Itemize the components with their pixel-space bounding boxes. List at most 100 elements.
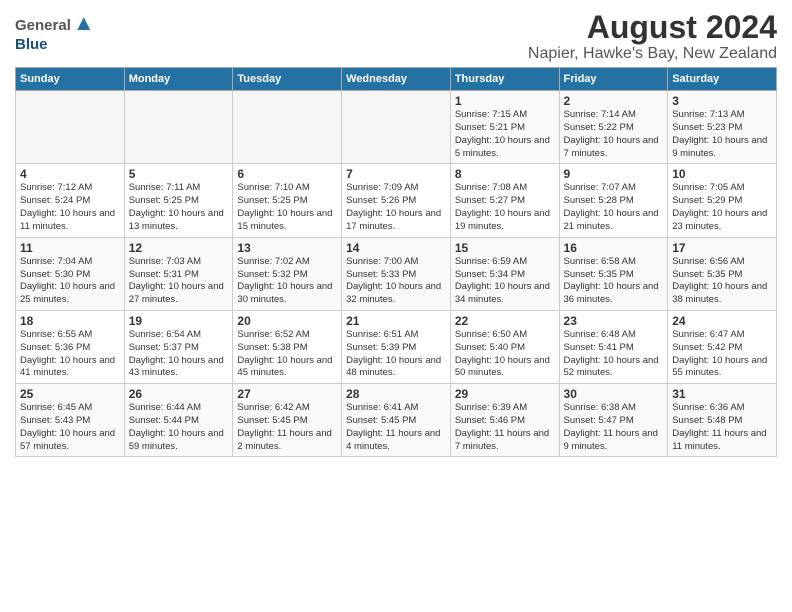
day-number-27: 27: [237, 387, 337, 401]
calendar-table: Sunday Monday Tuesday Wednesday Thursday…: [15, 67, 777, 457]
day-info-12: Sunrise: 7:03 AM Sunset: 5:31 PM Dayligh…: [129, 256, 229, 307]
day-info-5: Sunrise: 7:11 AM Sunset: 5:25 PM Dayligh…: [129, 182, 229, 233]
day-cell-4-4: 29Sunrise: 6:39 AM Sunset: 5:46 PM Dayli…: [450, 384, 559, 457]
day-cell-1-2: 6Sunrise: 7:10 AM Sunset: 5:25 PM Daylig…: [233, 164, 342, 237]
day-number-24: 24: [672, 314, 772, 328]
day-info-13: Sunrise: 7:02 AM Sunset: 5:32 PM Dayligh…: [237, 256, 337, 307]
day-cell-2-1: 12Sunrise: 7:03 AM Sunset: 5:31 PM Dayli…: [124, 237, 233, 310]
day-number-2: 2: [564, 94, 664, 108]
day-info-25: Sunrise: 6:45 AM Sunset: 5:43 PM Dayligh…: [20, 402, 120, 453]
day-cell-1-3: 7Sunrise: 7:09 AM Sunset: 5:26 PM Daylig…: [342, 164, 451, 237]
day-info-8: Sunrise: 7:08 AM Sunset: 5:27 PM Dayligh…: [455, 182, 555, 233]
day-number-16: 16: [564, 241, 664, 255]
day-info-23: Sunrise: 6:48 AM Sunset: 5:41 PM Dayligh…: [564, 329, 664, 380]
week-row-0: 1Sunrise: 7:15 AM Sunset: 5:21 PM Daylig…: [16, 91, 777, 164]
day-number-6: 6: [237, 167, 337, 181]
day-number-8: 8: [455, 167, 555, 181]
day-info-21: Sunrise: 6:51 AM Sunset: 5:39 PM Dayligh…: [346, 329, 446, 380]
day-number-18: 18: [20, 314, 120, 328]
day-info-27: Sunrise: 6:42 AM Sunset: 5:45 PM Dayligh…: [237, 402, 337, 453]
day-info-10: Sunrise: 7:05 AM Sunset: 5:29 PM Dayligh…: [672, 182, 772, 233]
week-row-1: 4Sunrise: 7:12 AM Sunset: 5:24 PM Daylig…: [16, 164, 777, 237]
calendar-header-row: Sunday Monday Tuesday Wednesday Thursday…: [16, 68, 777, 91]
logo-text: General▲: [15, 10, 95, 36]
day-info-2: Sunrise: 7:14 AM Sunset: 5:22 PM Dayligh…: [564, 109, 664, 160]
logo-blue: Blue: [15, 36, 48, 53]
day-number-19: 19: [129, 314, 229, 328]
day-number-31: 31: [672, 387, 772, 401]
logo-general: General: [15, 17, 71, 34]
day-cell-4-1: 26Sunrise: 6:44 AM Sunset: 5:44 PM Dayli…: [124, 384, 233, 457]
day-info-29: Sunrise: 6:39 AM Sunset: 5:46 PM Dayligh…: [455, 402, 555, 453]
col-saturday: Saturday: [668, 68, 777, 91]
day-number-25: 25: [20, 387, 120, 401]
day-number-30: 30: [564, 387, 664, 401]
day-number-13: 13: [237, 241, 337, 255]
day-cell-2-3: 14Sunrise: 7:00 AM Sunset: 5:33 PM Dayli…: [342, 237, 451, 310]
day-number-10: 10: [672, 167, 772, 181]
week-row-4: 25Sunrise: 6:45 AM Sunset: 5:43 PM Dayli…: [16, 384, 777, 457]
day-info-15: Sunrise: 6:59 AM Sunset: 5:34 PM Dayligh…: [455, 256, 555, 307]
day-info-7: Sunrise: 7:09 AM Sunset: 5:26 PM Dayligh…: [346, 182, 446, 233]
day-number-17: 17: [672, 241, 772, 255]
day-cell-1-6: 10Sunrise: 7:05 AM Sunset: 5:29 PM Dayli…: [668, 164, 777, 237]
day-info-20: Sunrise: 6:52 AM Sunset: 5:38 PM Dayligh…: [237, 329, 337, 380]
day-info-17: Sunrise: 6:56 AM Sunset: 5:35 PM Dayligh…: [672, 256, 772, 307]
day-number-29: 29: [455, 387, 555, 401]
day-info-14: Sunrise: 7:00 AM Sunset: 5:33 PM Dayligh…: [346, 256, 446, 307]
day-cell-3-2: 20Sunrise: 6:52 AM Sunset: 5:38 PM Dayli…: [233, 310, 342, 383]
day-number-22: 22: [455, 314, 555, 328]
day-info-22: Sunrise: 6:50 AM Sunset: 5:40 PM Dayligh…: [455, 329, 555, 380]
day-cell-4-2: 27Sunrise: 6:42 AM Sunset: 5:45 PM Dayli…: [233, 384, 342, 457]
day-info-3: Sunrise: 7:13 AM Sunset: 5:23 PM Dayligh…: [672, 109, 772, 160]
day-number-21: 21: [346, 314, 446, 328]
day-info-31: Sunrise: 6:36 AM Sunset: 5:48 PM Dayligh…: [672, 402, 772, 453]
day-number-7: 7: [346, 167, 446, 181]
week-row-3: 18Sunrise: 6:55 AM Sunset: 5:36 PM Dayli…: [16, 310, 777, 383]
calendar-subtitle: Napier, Hawke's Bay, New Zealand: [528, 45, 777, 63]
day-cell-4-0: 25Sunrise: 6:45 AM Sunset: 5:43 PM Dayli…: [16, 384, 125, 457]
day-info-24: Sunrise: 6:47 AM Sunset: 5:42 PM Dayligh…: [672, 329, 772, 380]
day-cell-3-4: 22Sunrise: 6:50 AM Sunset: 5:40 PM Dayli…: [450, 310, 559, 383]
logo-bird-icon: ▲: [73, 10, 95, 35]
day-info-18: Sunrise: 6:55 AM Sunset: 5:36 PM Dayligh…: [20, 329, 120, 380]
day-info-16: Sunrise: 6:58 AM Sunset: 5:35 PM Dayligh…: [564, 256, 664, 307]
day-number-14: 14: [346, 241, 446, 255]
day-cell-3-6: 24Sunrise: 6:47 AM Sunset: 5:42 PM Dayli…: [668, 310, 777, 383]
day-info-28: Sunrise: 6:41 AM Sunset: 5:45 PM Dayligh…: [346, 402, 446, 453]
calendar-title: August 2024: [528, 10, 777, 45]
day-cell-0-4: 1Sunrise: 7:15 AM Sunset: 5:21 PM Daylig…: [450, 91, 559, 164]
page-container: General▲ Blue August 2024 Napier, Hawke'…: [0, 0, 792, 467]
week-row-2: 11Sunrise: 7:04 AM Sunset: 5:30 PM Dayli…: [16, 237, 777, 310]
col-tuesday: Tuesday: [233, 68, 342, 91]
day-cell-0-5: 2Sunrise: 7:14 AM Sunset: 5:22 PM Daylig…: [559, 91, 668, 164]
header: General▲ Blue August 2024 Napier, Hawke'…: [15, 10, 777, 63]
day-cell-2-6: 17Sunrise: 6:56 AM Sunset: 5:35 PM Dayli…: [668, 237, 777, 310]
day-info-26: Sunrise: 6:44 AM Sunset: 5:44 PM Dayligh…: [129, 402, 229, 453]
day-cell-3-5: 23Sunrise: 6:48 AM Sunset: 5:41 PM Dayli…: [559, 310, 668, 383]
day-cell-0-1: [124, 91, 233, 164]
day-cell-0-0: [16, 91, 125, 164]
day-number-28: 28: [346, 387, 446, 401]
title-section: August 2024 Napier, Hawke's Bay, New Zea…: [528, 10, 777, 63]
col-sunday: Sunday: [16, 68, 125, 91]
col-monday: Monday: [124, 68, 233, 91]
day-cell-3-0: 18Sunrise: 6:55 AM Sunset: 5:36 PM Dayli…: [16, 310, 125, 383]
day-cell-2-0: 11Sunrise: 7:04 AM Sunset: 5:30 PM Dayli…: [16, 237, 125, 310]
logo: General▲ Blue: [15, 10, 95, 54]
day-cell-1-4: 8Sunrise: 7:08 AM Sunset: 5:27 PM Daylig…: [450, 164, 559, 237]
day-cell-1-0: 4Sunrise: 7:12 AM Sunset: 5:24 PM Daylig…: [16, 164, 125, 237]
day-number-9: 9: [564, 167, 664, 181]
day-cell-1-5: 9Sunrise: 7:07 AM Sunset: 5:28 PM Daylig…: [559, 164, 668, 237]
day-cell-4-3: 28Sunrise: 6:41 AM Sunset: 5:45 PM Dayli…: [342, 384, 451, 457]
day-number-3: 3: [672, 94, 772, 108]
day-info-1: Sunrise: 7:15 AM Sunset: 5:21 PM Dayligh…: [455, 109, 555, 160]
day-number-15: 15: [455, 241, 555, 255]
day-number-20: 20: [237, 314, 337, 328]
day-cell-0-6: 3Sunrise: 7:13 AM Sunset: 5:23 PM Daylig…: [668, 91, 777, 164]
day-cell-3-3: 21Sunrise: 6:51 AM Sunset: 5:39 PM Dayli…: [342, 310, 451, 383]
day-info-19: Sunrise: 6:54 AM Sunset: 5:37 PM Dayligh…: [129, 329, 229, 380]
day-info-6: Sunrise: 7:10 AM Sunset: 5:25 PM Dayligh…: [237, 182, 337, 233]
day-info-11: Sunrise: 7:04 AM Sunset: 5:30 PM Dayligh…: [20, 256, 120, 307]
day-cell-4-5: 30Sunrise: 6:38 AM Sunset: 5:47 PM Dayli…: [559, 384, 668, 457]
